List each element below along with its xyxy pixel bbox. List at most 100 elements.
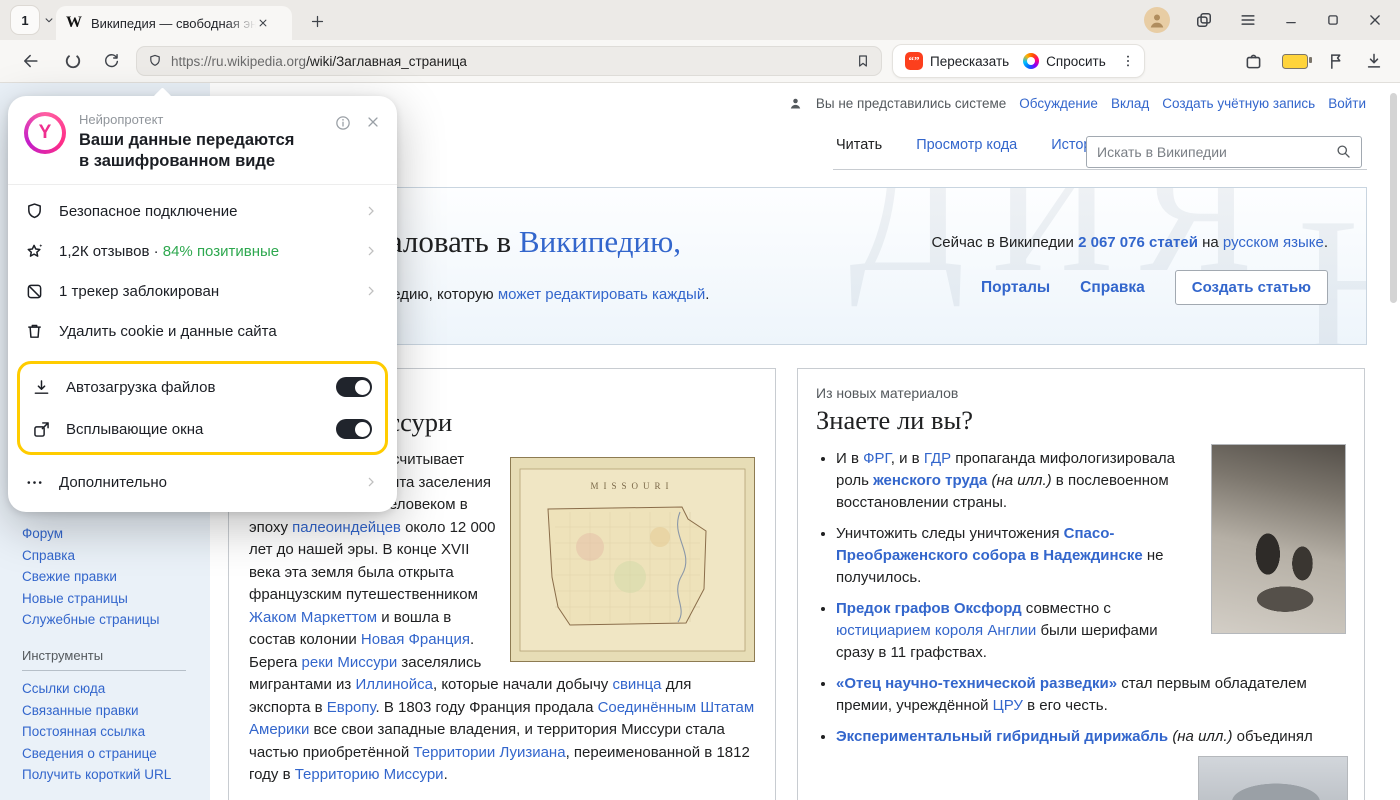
tracker-blocked-icon — [24, 281, 45, 302]
popup-header-icons — [334, 112, 381, 172]
popup-title-line1: Ваши данные передаются — [79, 130, 334, 151]
wiki-link[interactable]: свинца — [612, 676, 661, 693]
sidebar-item-special-pages[interactable]: Служебные страницы — [22, 609, 186, 631]
sidebar-item-short-url[interactable]: Получить короткий URL — [22, 764, 186, 786]
scrollbar-thumb[interactable] — [1390, 93, 1397, 303]
wiki-link[interactable]: Предок графов Оксфорд — [836, 600, 1022, 617]
welcome-banner: ДИЯ Н Добро пожаловать в Википедию, своб… — [228, 187, 1367, 345]
delete-cookies-row[interactable]: Удалить cookie и данные сайта — [8, 311, 397, 351]
user-nav: Вы не представились системе Обсуждение В… — [788, 96, 1366, 111]
tab-counter-button[interactable]: 1 — [10, 5, 56, 35]
did-you-know-box: Из новых материалов Знаете ли вы? И в ФР… — [797, 368, 1365, 800]
wiki-link[interactable]: реки Миссури — [302, 654, 398, 671]
airship-image[interactable] — [1198, 756, 1348, 800]
sidebar-item-related-changes[interactable]: Связанные правки — [22, 700, 186, 722]
close-icon[interactable] — [365, 114, 381, 130]
retell-button[interactable]: Пересказать — [905, 52, 1009, 70]
yandex-button[interactable] — [56, 44, 90, 78]
browser-toolbar: https://ru.wikipedia.org/wiki/Заглавная_… — [0, 40, 1400, 83]
sidebar-tools-header: Инструменты — [22, 645, 186, 672]
wiki-link[interactable]: Новая Франция — [361, 631, 470, 648]
search-input[interactable] — [1086, 136, 1362, 168]
tab-view-source[interactable]: Просмотр кода — [913, 137, 1020, 159]
login-link[interactable]: Войти — [1328, 96, 1366, 111]
more-options-icon[interactable] — [1120, 53, 1136, 69]
wiki-link[interactable]: может редактировать каждый — [498, 286, 705, 303]
wiki-link[interactable]: Экспериментальный гибридный дирижабль — [836, 728, 1168, 745]
wiki-link[interactable]: Иллинойса — [355, 676, 433, 693]
ask-button[interactable]: Спросить — [1023, 53, 1106, 69]
search-icon[interactable] — [1334, 142, 1352, 160]
bookmark-icon[interactable] — [855, 53, 871, 69]
avatar[interactable] — [1144, 7, 1170, 33]
sidebar-item-what-links-here[interactable]: Ссылки сюда — [22, 678, 186, 700]
wiki-link[interactable]: «Отец научно-технической разведки» — [836, 675, 1117, 692]
user-icon — [1147, 10, 1167, 30]
back-button[interactable] — [14, 44, 48, 78]
text-segment: . — [444, 766, 448, 783]
browser-tab[interactable]: W Википедия — свободная энциклопедия — [56, 6, 292, 40]
wiki-link[interactable]: 2 067 076 статей — [1078, 234, 1198, 251]
missouri-map-image[interactable]: MISSOURI — [510, 457, 755, 662]
battery-saver-icon[interactable] — [1282, 54, 1308, 69]
wiki-link[interactable]: Территорию Миссури — [295, 766, 444, 783]
ellipsis-icon — [24, 472, 45, 493]
popup-windows-row[interactable]: Всплывающие окна — [20, 408, 385, 450]
help-link[interactable]: Справка — [1080, 279, 1145, 297]
wikipedia-link[interactable]: Википедию, — [519, 224, 681, 259]
portals-link[interactable]: Порталы — [981, 279, 1050, 297]
protect-shield-icon[interactable] — [147, 53, 163, 69]
dyk-photo-image[interactable] — [1211, 444, 1346, 634]
sidebar-item-help[interactable]: Справка — [22, 545, 186, 567]
refresh-button[interactable] — [94, 44, 128, 78]
close-window-icon[interactable] — [1366, 11, 1384, 29]
extensions-puzzle-icon[interactable] — [1243, 51, 1264, 72]
contributions-link[interactable]: Вклад — [1111, 96, 1149, 111]
anon-user-text: Вы не представились системе — [816, 96, 1006, 111]
wiki-link[interactable]: юстициарием короля Англии — [836, 622, 1036, 639]
tabs-panel-icon[interactable] — [1194, 10, 1214, 30]
new-tab-button[interactable] — [304, 8, 330, 34]
more-settings-row[interactable]: Дополнительно — [8, 462, 397, 502]
popup-header: Нейропротект Ваши данные передаются в за… — [8, 96, 397, 172]
sidebar-item-page-info[interactable]: Сведения о странице — [22, 743, 186, 765]
create-article-button[interactable]: Создать статью — [1175, 270, 1328, 305]
chevron-right-icon — [363, 243, 379, 259]
chevron-right-icon — [363, 283, 379, 299]
autoload-files-row[interactable]: Автозагрузка файлов — [20, 366, 385, 408]
wiki-link[interactable]: ЦРУ — [993, 697, 1023, 714]
tracker-blocked-row[interactable]: 1 трекер заблокирован — [8, 271, 397, 311]
sidebar-item-recent-changes[interactable]: Свежие правки — [22, 566, 186, 588]
info-icon[interactable] — [334, 114, 352, 132]
reviews-row[interactable]: 1,2К отзывов · 84% позитивные — [8, 231, 397, 271]
collections-flag-icon[interactable] — [1326, 51, 1346, 71]
wiki-link[interactable]: Жаком Маркеттом — [249, 609, 377, 626]
create-account-link[interactable]: Создать учётную запись — [1162, 96, 1315, 111]
tab-read[interactable]: Читать — [833, 137, 885, 159]
autoload-files-toggle[interactable] — [336, 377, 372, 397]
menu-icon[interactable] — [1238, 10, 1258, 30]
minimize-icon[interactable] — [1282, 11, 1300, 29]
sidebar-item-permanent-link[interactable]: Постоянная ссылка — [22, 721, 186, 743]
text-segment: Сейчас в Википедии — [931, 234, 1078, 251]
dyk-item: «Отец научно-технической разведки» стал … — [836, 673, 1346, 717]
yandex-ring-icon — [63, 51, 83, 71]
wiki-link[interactable]: ГДР — [924, 450, 951, 467]
wiki-link[interactable]: женского труда — [873, 472, 987, 489]
popup-windows-toggle[interactable] — [336, 419, 372, 439]
wiki-link[interactable]: ФРГ — [863, 450, 891, 467]
maximize-icon[interactable] — [1324, 11, 1342, 29]
close-tab-icon[interactable] — [256, 16, 270, 30]
downloads-icon[interactable] — [1364, 51, 1384, 71]
ask-label: Спросить — [1046, 54, 1106, 69]
url-domain: https://ru.wikipedia.org — [171, 54, 306, 69]
wiki-link[interactable]: Территории Луизиана — [413, 744, 565, 761]
wiki-link[interactable]: палеоиндейцев — [292, 519, 401, 536]
address-bar[interactable]: https://ru.wikipedia.org/wiki/Заглавная_… — [136, 46, 882, 76]
wiki-link[interactable]: русском языке — [1223, 234, 1324, 251]
sidebar-item-forum[interactable]: Форум — [22, 523, 186, 545]
wiki-link[interactable]: Европу — [327, 699, 376, 716]
sidebar-item-new-pages[interactable]: Новые страницы — [22, 588, 186, 610]
secure-connection-row[interactable]: Безопасное подключение — [8, 191, 397, 231]
talk-link[interactable]: Обсуждение — [1019, 96, 1098, 111]
